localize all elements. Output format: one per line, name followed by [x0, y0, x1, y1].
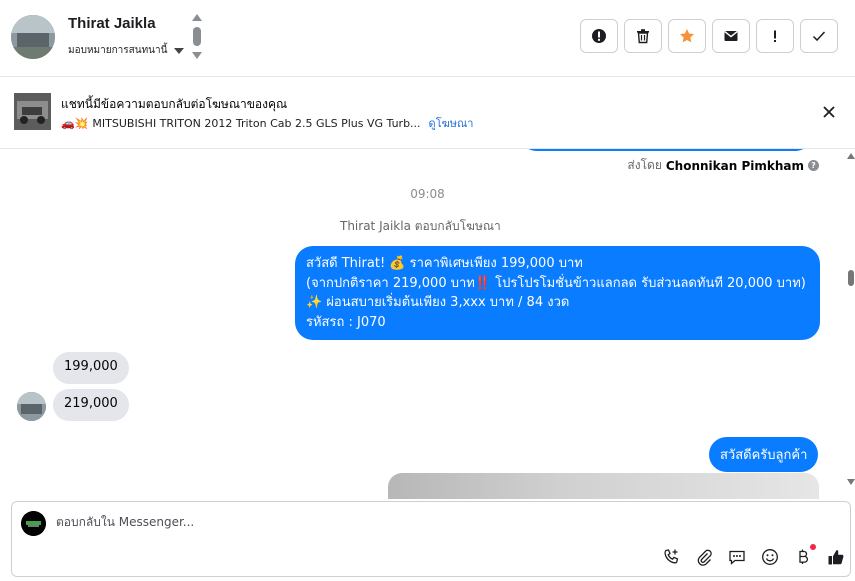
arrow-down-icon[interactable]: [192, 52, 202, 59]
reply-input[interactable]: [56, 515, 656, 529]
message-line: ✨ ผ่อนสบายเริ่มต้นเพียง 3,xxx บาท / 84 ง…: [306, 295, 570, 310]
message-line: สวัสดี Thirat! 💰 ราคาพิเศษเพียง 199,000 …: [306, 256, 583, 271]
follow-up-button[interactable]: [756, 19, 794, 53]
emoji-icon: [762, 549, 778, 565]
header-actions: [580, 19, 838, 53]
exclamation-circle-icon: [592, 29, 606, 43]
message-line: (จากปกติราคา 219,000 บาท‼️ โปรโปรโมชั่นข…: [306, 275, 806, 291]
previous-message-bubble: [522, 149, 810, 151]
envelope-icon: [724, 31, 738, 41]
scroll-thumb[interactable]: [848, 270, 854, 286]
message-thread[interactable]: ส่งโดย Chonnikan Pimkham ? 09:08 Thirat …: [0, 149, 855, 499]
mark-unread-button[interactable]: [712, 19, 750, 53]
spam-button[interactable]: [580, 19, 618, 53]
saved-replies-button[interactable]: [726, 546, 748, 568]
conversation-header: Thirat Jaikla มอบหมายการสนทนานี้: [0, 0, 855, 77]
incoming-message[interactable]: 219,000: [53, 389, 129, 421]
trash-icon: [637, 29, 649, 44]
close-icon: [823, 106, 835, 118]
reply-composer: [11, 501, 851, 577]
emoji-button[interactable]: [759, 546, 781, 568]
star-button[interactable]: [668, 19, 706, 53]
conversation-switcher[interactable]: [190, 14, 204, 60]
call-add-button[interactable]: [660, 546, 682, 568]
star-icon: [680, 29, 694, 43]
thumbs-up-icon: [828, 550, 844, 565]
thread-scrollbar[interactable]: [846, 149, 855, 499]
payment-button[interactable]: [792, 544, 816, 568]
assign-conversation-dropdown[interactable]: มอบหมายการสนทนานี้: [68, 43, 185, 58]
view-ad-link[interactable]: ดูโฆษณา: [429, 114, 474, 132]
replied-to-ad-note: Thirat Jaikla ตอบกลับโฆษณา: [340, 219, 501, 233]
message-timestamp: 09:08: [410, 187, 445, 201]
scroll-down-icon[interactable]: [847, 479, 855, 485]
sent-by-name: Chonnikan Pimkham: [665, 158, 804, 173]
attach-button[interactable]: [693, 546, 715, 568]
outgoing-message[interactable]: สวัสดีครับลูกค้า: [709, 437, 819, 472]
assign-label: มอบหมายการสนทนานี้: [68, 45, 168, 56]
like-button[interactable]: [825, 546, 847, 568]
call-add-icon: [664, 549, 679, 564]
check-icon: [812, 31, 826, 42]
sent-by-note: ส่งโดย Chonnikan Pimkham ?: [627, 156, 819, 175]
arrow-up-icon[interactable]: [192, 14, 202, 21]
close-banner-button[interactable]: [818, 101, 840, 123]
outgoing-message[interactable]: สวัสดี Thirat! 💰 ราคาพิเศษเพียง 199,000 …: [295, 246, 820, 340]
ad-banner-subtitle: 🚗💥 MITSUBISHI TRITON 2012 Triton Cab 2.5…: [61, 114, 473, 132]
exclamation-icon: [774, 30, 776, 42]
car-emoji-icon: 🚗💥: [61, 116, 89, 130]
delete-button[interactable]: [624, 19, 662, 53]
paperclip-icon: [697, 549, 712, 566]
chat-bubble-icon: [729, 550, 745, 565]
scroll-up-icon[interactable]: [847, 153, 855, 159]
sent-by-prefix: ส่งโดย: [627, 158, 662, 172]
contact-name: Thirat Jaikla: [68, 15, 156, 32]
mark-done-button[interactable]: [800, 19, 838, 53]
baht-icon: [799, 549, 808, 564]
contact-avatar-small[interactable]: [17, 392, 46, 421]
help-icon[interactable]: ?: [808, 160, 819, 171]
ad-name: MITSUBISHI TRITON 2012 Triton Cab 2.5 GL…: [92, 116, 421, 130]
ad-reply-banner: แชทนี้มีข้อความตอบกลับต่อโฆษณาของคุณ 🚗💥 …: [0, 77, 855, 149]
contact-avatar[interactable]: [11, 15, 55, 59]
incoming-message[interactable]: 199,000: [53, 352, 129, 384]
image-message[interactable]: [388, 473, 819, 499]
ad-thumbnail[interactable]: [14, 93, 51, 130]
switcher-handle: [193, 27, 201, 46]
caret-down-icon: [174, 47, 185, 54]
composer-tools: [660, 544, 847, 568]
notification-dot: [810, 544, 816, 550]
ad-banner-title: แชทนี้มีข้อความตอบกลับต่อโฆษณาของคุณ: [61, 97, 288, 111]
page-avatar: [21, 511, 46, 536]
message-line: รหัสรถ : J070: [306, 314, 386, 330]
